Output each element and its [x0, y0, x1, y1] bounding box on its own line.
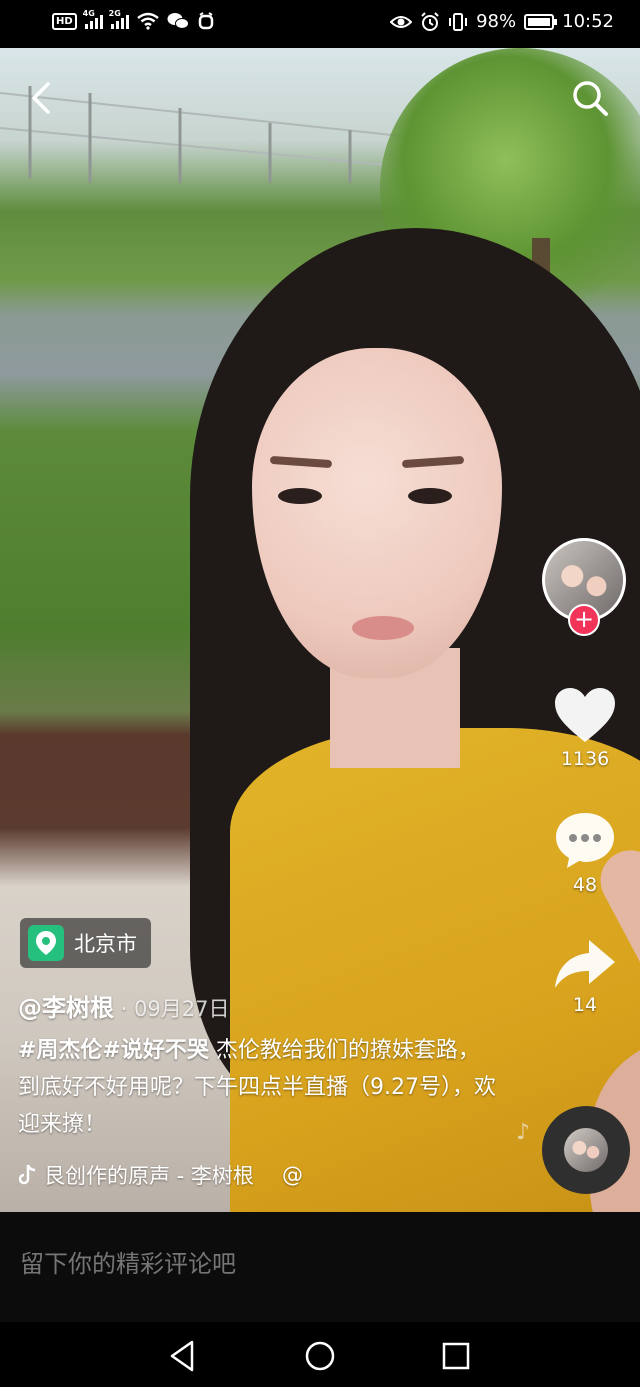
back-icon[interactable] — [26, 78, 56, 118]
caption-hashtags[interactable]: #周杰伦#说好不哭 — [18, 1038, 209, 1063]
status-right: 98% 10:52 — [390, 11, 614, 32]
author-name[interactable]: @李树根 — [18, 994, 114, 1022]
music-mention: @ — [281, 1163, 303, 1187]
share-icon[interactable] — [553, 938, 617, 990]
comment-icon[interactable] — [553, 810, 617, 870]
music-cover — [564, 1128, 608, 1172]
location-pin-icon — [28, 925, 64, 961]
music-disc[interactable] — [542, 1106, 630, 1194]
comment-action[interactable]: 48 — [540, 810, 630, 896]
location-text: 北京市 — [74, 932, 137, 956]
signal-icon-1: 4G — [83, 9, 103, 29]
search-icon[interactable] — [570, 78, 610, 118]
status-bar: HD 4G 2G 98% 10:52 — [0, 0, 640, 48]
battery-percent: 98% — [476, 11, 517, 32]
tiktok-note-icon — [18, 1164, 36, 1185]
battery-icon — [524, 13, 558, 30]
music-info[interactable]: 艮创作的原声 - 李树根 @ — [18, 1160, 303, 1190]
post-date: 09月27日 — [134, 997, 230, 1021]
wifi-icon — [136, 12, 159, 30]
status-time: 10:52 — [562, 11, 614, 32]
signal-1-label: 4G — [82, 9, 95, 18]
like-count: 1136 — [560, 748, 610, 770]
vibrate-icon — [449, 12, 468, 31]
status-left: HD 4G 2G — [52, 9, 215, 30]
background-fence — [0, 86, 420, 183]
alarm-app-icon — [198, 12, 213, 30]
heart-icon[interactable] — [553, 686, 617, 744]
left-eye — [278, 488, 322, 504]
system-nav-bar — [0, 1322, 640, 1387]
nav-back-icon[interactable] — [162, 1336, 202, 1376]
eye-comfort-icon — [390, 15, 413, 28]
alarm-icon — [421, 11, 439, 31]
battery-level — [528, 17, 550, 26]
location-chip[interactable]: 北京市 — [20, 918, 151, 968]
right-brow — [401, 455, 465, 469]
date-separator: · — [114, 997, 135, 1021]
music-title: 艮创作的原声 - 李树根 — [44, 1164, 254, 1188]
right-eye — [408, 488, 452, 504]
lips — [352, 616, 414, 640]
nav-home-icon[interactable] — [300, 1336, 340, 1376]
share-count: 14 — [572, 994, 598, 1016]
music-note-icon: ♪ — [516, 1120, 531, 1145]
nav-recents-icon[interactable] — [436, 1336, 476, 1376]
author-avatar-group: + — [540, 536, 628, 636]
share-action[interactable]: 14 — [540, 938, 630, 1016]
wechat-icon — [167, 13, 189, 29]
video-caption: #周杰伦#说好不哭 杰伦教给我们的撩妹套路，到底好不好用呢？下午四点半直播（9.… — [18, 1032, 498, 1143]
comment-input[interactable] — [20, 1250, 600, 1278]
follow-button[interactable]: + — [568, 604, 600, 636]
comment-count: 48 — [572, 874, 598, 896]
signal-icon-2: 2G — [109, 9, 129, 29]
like-action[interactable]: 1136 — [540, 686, 630, 770]
signal-2-label: 2G — [108, 9, 121, 18]
comment-bar — [0, 1212, 640, 1322]
author-line: @李树根 · 09月27日 — [18, 988, 229, 1023]
hd-badge: HD — [52, 12, 77, 30]
left-brow — [269, 455, 333, 469]
